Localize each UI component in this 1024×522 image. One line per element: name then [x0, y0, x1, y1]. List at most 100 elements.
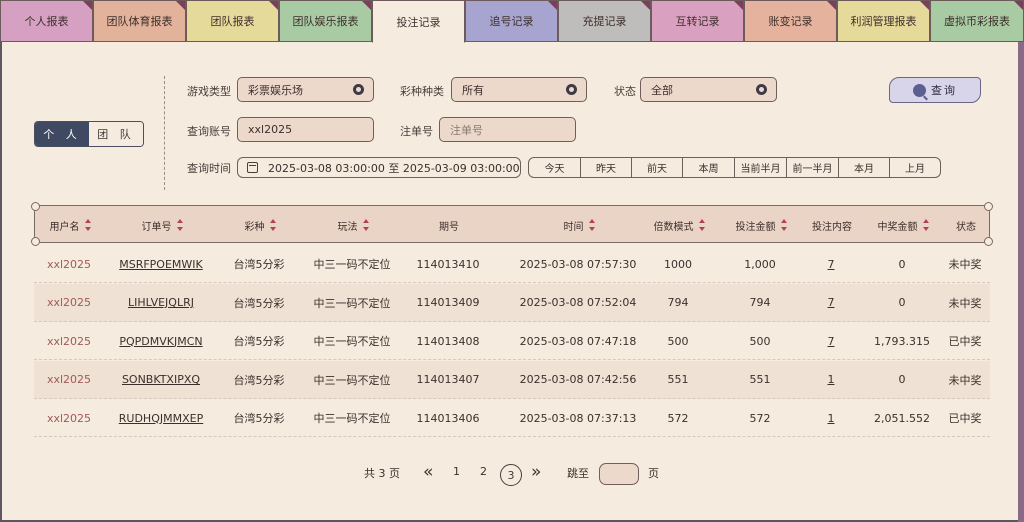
header-bet-amount[interactable]: 投注金额 [719, 206, 803, 244]
range-previous-half-month-button[interactable]: 前一半月 [787, 158, 839, 177]
cell-order-number[interactable]: LIHLVEJQLRJ [104, 284, 218, 322]
cell-bet-content-link[interactable]: 1 [802, 361, 860, 399]
cell-order-number[interactable]: SONBKTXIPXQ [104, 361, 218, 399]
table-row: xxl2025 MSRFPOEMWIK 台湾5分彩 中三一码不定位 114013410 2… [34, 245, 990, 283]
cell-order-number[interactable]: MSRFPOEMWIK [104, 245, 218, 283]
header-label: 订单号 [141, 221, 172, 233]
cell-bet-amount: 500 [749, 334, 771, 348]
header-lottery[interactable]: 彩种 [219, 206, 301, 244]
cell-issue: 114013406 [416, 411, 480, 425]
lottery-type-select[interactable]: 所有 [451, 77, 587, 102]
header-label: 期号 [439, 221, 459, 233]
cell-lottery: 台湾5分彩 [233, 296, 285, 310]
tab-corner [734, 1, 743, 10]
tab-label: 团队娱乐报表 [292, 15, 359, 28]
header-play-type[interactable]: 玩法 [301, 206, 405, 244]
header-order-number[interactable]: 订单号 [105, 206, 219, 244]
side-strip [1018, 40, 1024, 522]
cell-win-amount: 0 [898, 257, 906, 271]
tab-crypto-lottery-report[interactable]: 虚拟币彩报表 [930, 0, 1024, 42]
page-2-button[interactable]: 2 [480, 465, 487, 478]
cell-bet-amount: 551 [749, 373, 771, 386]
tab-account-change-records[interactable]: 账变记录 [744, 0, 837, 42]
tab-bet-records[interactable]: 投注记录 [372, 0, 465, 43]
page-3-button[interactable]: 3 [500, 464, 522, 486]
search-icon [913, 83, 926, 97]
sort-icon [780, 219, 787, 231]
scope-team-button[interactable]: 团 队 [89, 122, 143, 146]
tab-team-entertainment-report[interactable]: 团队娱乐报表 [279, 0, 372, 42]
page-jump-input[interactable] [599, 463, 639, 485]
cell-lottery: 台湾5分彩 [233, 335, 285, 348]
game-type-select[interactable]: 彩票娱乐场 [237, 77, 374, 102]
cell-bet-content-link[interactable]: 7 [802, 245, 860, 283]
cell-win-amount: 0 [898, 373, 906, 386]
order-number-label: 注单号 [400, 125, 433, 138]
sort-icon [588, 219, 595, 231]
range-today-button[interactable]: 今天 [529, 158, 581, 177]
tab-label: 追号记录 [489, 15, 534, 28]
cell-bet-content-link[interactable]: 7 [802, 322, 860, 360]
range-day-before-button[interactable]: 前天 [632, 158, 683, 177]
tab-team-sports-report[interactable]: 团队体育报表 [93, 0, 186, 42]
order-number-input[interactable]: 注单号 [439, 117, 576, 142]
cell-order-number[interactable]: RUDHQJMMXEP [104, 399, 218, 437]
cell-order-number[interactable]: PQPDMVKJMCN [104, 322, 218, 360]
cell-username: xxl2025 [46, 411, 92, 425]
page-1-button[interactable]: 1 [453, 465, 460, 478]
date-range-picker[interactable]: 2025-03-08 03:00:00 至 2025-03-09 03:00:0… [237, 157, 521, 178]
last-page-icon[interactable]: » [531, 462, 541, 482]
tab-bar: 个人报表 团队体育报表 团队报表 团队娱乐报表 投注记录 追号记录 充提记录 互… [0, 0, 1024, 43]
tab-chase-records[interactable]: 追号记录 [465, 0, 558, 42]
tab-label: 利润管理报表 [850, 15, 917, 28]
cell-bet-amount: 572 [749, 411, 771, 425]
tab-deposit-withdraw-records[interactable]: 充提记录 [558, 0, 651, 42]
account-label: 查询账号 [187, 125, 231, 138]
cell-bet-content-link[interactable]: 1 [802, 399, 860, 437]
cell-win-amount: 0 [898, 296, 906, 309]
tab-profit-management-report[interactable]: 利润管理报表 [837, 0, 930, 42]
first-page-icon[interactable]: « [423, 462, 433, 482]
header-username[interactable]: 用户名 [35, 206, 105, 244]
table-row: xxl2025 LIHLVEJQLRJ 台湾5分彩 中三一码不定位 114013409 2… [34, 283, 990, 322]
sort-icon [362, 219, 369, 231]
tab-corner [1014, 1, 1023, 10]
range-this-week-button[interactable]: 本周 [683, 158, 735, 177]
tab-label: 团队体育报表 [106, 15, 173, 28]
header-label: 状态 [956, 221, 976, 233]
jump-label: 跳至 [567, 467, 589, 480]
tab-corner [641, 1, 650, 10]
table-row: xxl2025 PQPDMVKJMCN 台湾5分彩 中三一码不定位 114013408 2… [34, 322, 990, 360]
status-select[interactable]: 全部 [640, 77, 777, 102]
cell-multiple-mode: 500 [667, 334, 689, 348]
cell-username: xxl2025 [46, 257, 92, 271]
tab-team-report[interactable]: 团队报表 [186, 0, 279, 42]
range-last-month-button[interactable]: 上月 [890, 158, 940, 177]
range-this-month-button[interactable]: 本月 [839, 158, 890, 177]
tab-label: 充提记录 [582, 15, 627, 28]
page-suffix: 页 [648, 467, 659, 480]
calendar-icon [247, 162, 258, 173]
tab-personal-report[interactable]: 个人报表 [0, 0, 93, 42]
header-win-amount[interactable]: 中奖金额 [861, 206, 945, 244]
lottery-type-value: 所有 [462, 83, 484, 97]
cell-bet-amount: 794 [749, 296, 771, 309]
sort-icon [922, 219, 929, 231]
cell-status: 未中奖 [948, 296, 982, 310]
tab-label: 团队报表 [210, 15, 255, 28]
tab-corner [269, 1, 278, 10]
tab-corner [176, 1, 185, 10]
account-input[interactable]: xxl2025 [237, 117, 374, 142]
scope-personal-button[interactable]: 个 人 [35, 122, 89, 146]
table-row: xxl2025 RUDHQJMMXEP 台湾5分彩 中三一码不定位 114013406 2… [34, 399, 990, 437]
tab-transfer-records[interactable]: 互转记录 [651, 0, 744, 42]
cell-issue: 114013407 [416, 373, 480, 386]
range-yesterday-button[interactable]: 昨天 [581, 158, 632, 177]
header-label: 用户名 [49, 221, 80, 233]
cell-bet-content-link[interactable]: 7 [802, 284, 860, 322]
tab-label: 互转记录 [675, 15, 720, 28]
table-header: 用户名 订单号 彩种 玩法 期号 时间 倍数模式 投注金额 投注内容 中奖金额 … [31, 202, 993, 246]
header-multiple-mode[interactable]: 倍数模式 [639, 206, 719, 244]
query-button[interactable]: 查询 [889, 77, 981, 103]
range-current-half-month-button[interactable]: 当前半月 [735, 158, 787, 177]
